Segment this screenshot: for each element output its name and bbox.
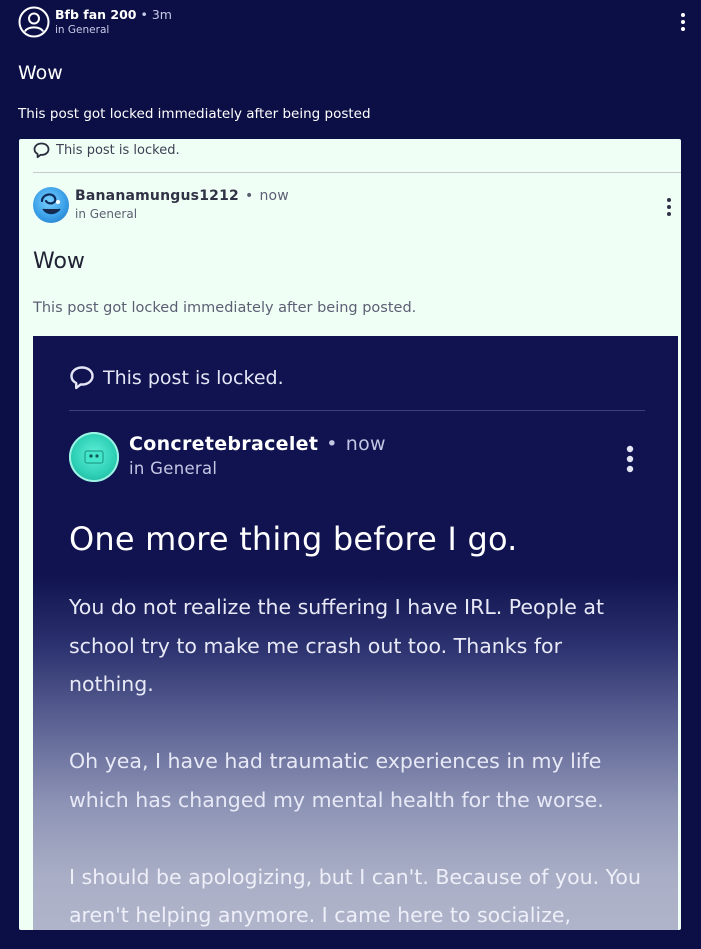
post-author-line: Bananamungus1212 • now xyxy=(75,188,289,204)
post-time: now xyxy=(345,433,386,455)
post-body: This post got locked immediately after b… xyxy=(18,106,371,122)
locked-notice-text: This post is locked. xyxy=(103,367,284,389)
post-author-line: Concretebracelet • now xyxy=(129,433,386,455)
post-community[interactable]: in General xyxy=(55,24,109,36)
post-time: 3m xyxy=(151,7,172,22)
divider xyxy=(33,172,681,173)
post-author-line: Bfb fan 200 • 3m xyxy=(55,7,172,22)
post-author: Bananamungus1212 xyxy=(75,188,239,204)
locked-notice: This post is locked. xyxy=(33,140,180,160)
post-time: now xyxy=(259,188,289,204)
nested-post-screenshot: This post is locked. Concretebracelet • no… xyxy=(33,336,678,930)
speech-bubble-icon xyxy=(33,142,50,159)
separator-dot: • xyxy=(244,188,254,204)
locked-notice-text: This post is locked. xyxy=(56,142,180,158)
speech-bubble-icon xyxy=(69,365,95,391)
post-title: Wow xyxy=(33,249,85,274)
post-community: in General xyxy=(129,459,218,478)
divider xyxy=(69,410,645,411)
post-title: Wow xyxy=(18,62,63,84)
post-author: Concretebracelet xyxy=(129,433,319,455)
more-vertical-icon xyxy=(625,444,635,474)
separator-dot: • xyxy=(326,433,338,455)
post-author[interactable]: Bfb fan 200 xyxy=(55,7,136,22)
post-title: One more thing before I go. xyxy=(69,520,518,558)
avatar xyxy=(33,187,69,223)
post-paragraph: I should be apologizing, but I can't. Be… xyxy=(69,864,641,928)
more-vertical-icon xyxy=(665,197,673,217)
user-circle-icon[interactable] xyxy=(18,6,50,38)
avatar xyxy=(69,432,119,482)
post-body: This post got locked immediately after b… xyxy=(33,300,417,316)
post-paragraph: You do not realize the suffering I have … xyxy=(69,595,605,696)
post-image-screenshot[interactable]: This post is locked. Bananamungus1212 • no… xyxy=(19,139,681,930)
post-community: in General xyxy=(75,207,138,221)
separator-dot: • xyxy=(140,7,148,22)
post-paragraph: Oh yea, I have had traumatic experiences… xyxy=(69,749,604,812)
more-vertical-icon[interactable] xyxy=(678,12,688,32)
post-body: You do not realize the suffering I have … xyxy=(69,588,649,930)
post-header: Bfb fan 200 • 3m in General xyxy=(18,6,690,40)
locked-notice: This post is locked. xyxy=(69,363,284,393)
